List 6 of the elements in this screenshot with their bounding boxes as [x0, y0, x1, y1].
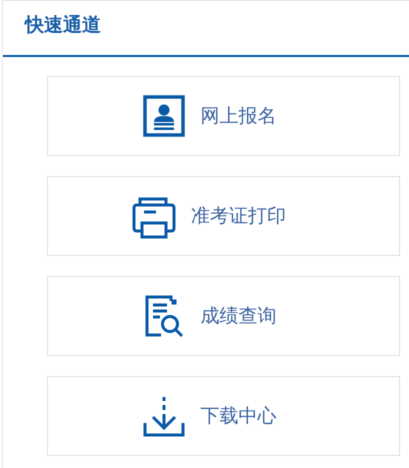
quick-link-button[interactable]: 网上报名 — [47, 76, 400, 156]
quick-link-button[interactable]: 准考证打印 — [47, 176, 400, 256]
panel-title: 快速通道 — [25, 14, 101, 36]
id-card-icon — [140, 93, 186, 139]
quick-link-button[interactable]: 下载中心 — [47, 376, 400, 456]
quick-link-button[interactable]: 成绩查询 — [47, 276, 400, 356]
